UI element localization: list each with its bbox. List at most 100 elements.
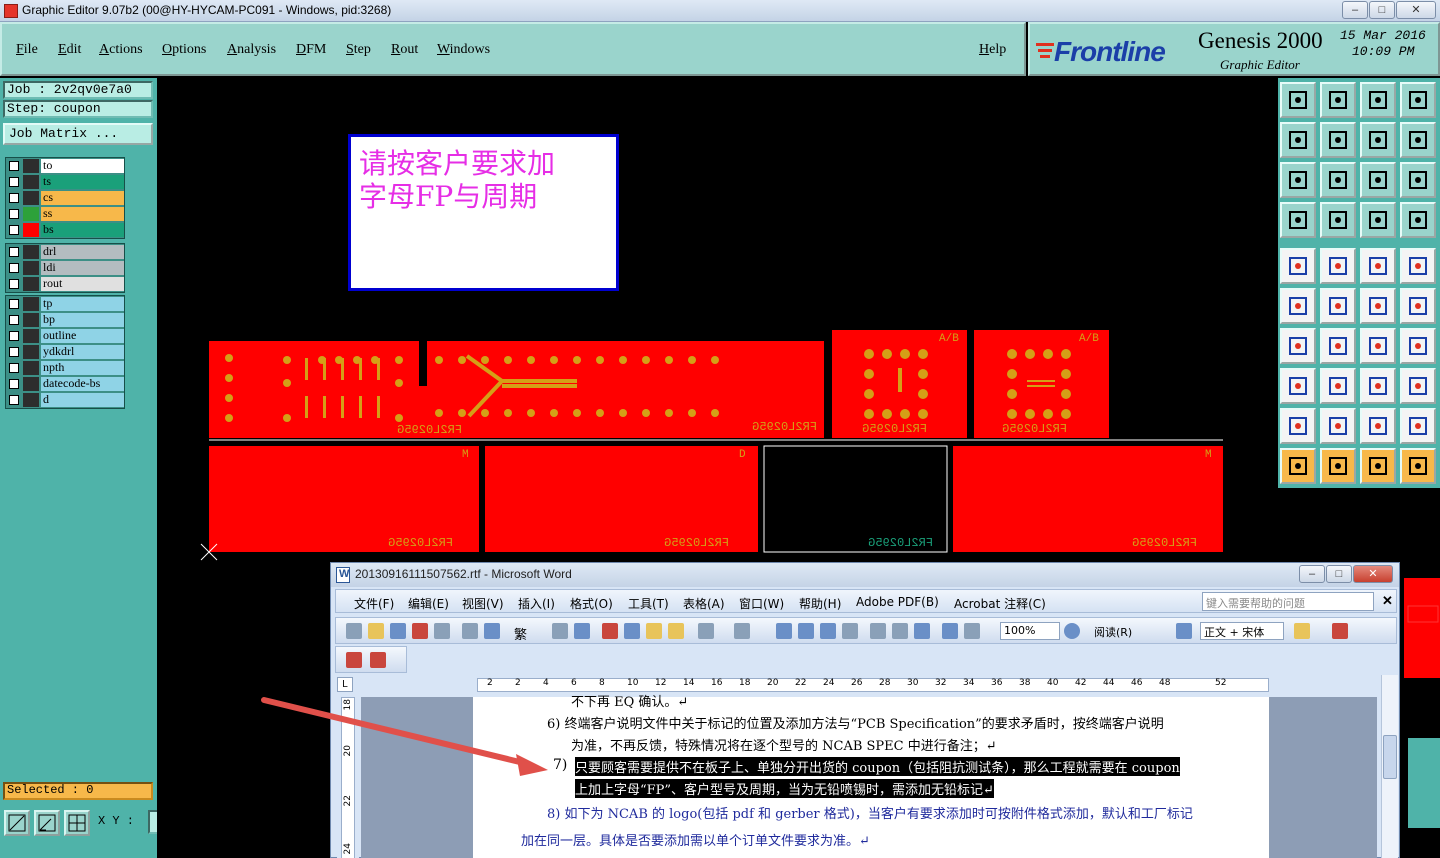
read-mode-button[interactable]: 阅读(R) bbox=[1094, 624, 1132, 640]
select-circle-icon[interactable] bbox=[1360, 448, 1396, 484]
pad-select-icon[interactable] bbox=[1400, 248, 1436, 284]
word-menu-acrobat[interactable]: Acrobat 注释(C) bbox=[954, 595, 1046, 612]
layer-checkbox[interactable] bbox=[9, 299, 19, 309]
paragraph-7-line-2-selected[interactable]: 上加上字母“FP”、客户型号及周期，当为无铅喷锡时，需添加无铅标记↵ bbox=[575, 779, 994, 798]
save-icon[interactable] bbox=[390, 623, 406, 639]
insert-excel-icon[interactable] bbox=[842, 623, 858, 639]
edit-shape-icon[interactable] bbox=[1320, 248, 1356, 284]
layer-color-swatch[interactable] bbox=[23, 159, 39, 173]
move-point-icon[interactable] bbox=[1360, 288, 1396, 324]
layer-row-bp[interactable]: bp bbox=[6, 312, 124, 328]
layer-row-bs[interactable]: bs bbox=[6, 222, 124, 238]
word-menu-adobe-pdf[interactable]: Adobe PDF(B) bbox=[856, 595, 939, 609]
word-menu-edit[interactable]: 编辑(E) bbox=[408, 595, 449, 612]
grid-snap-icon[interactable] bbox=[64, 810, 90, 836]
layer-name[interactable]: drl bbox=[41, 245, 124, 259]
layer-checkbox[interactable] bbox=[9, 247, 19, 257]
layer-row-ts[interactable]: ts bbox=[6, 174, 124, 190]
layer-color-swatch[interactable] bbox=[23, 361, 39, 375]
close-button[interactable]: ✕ bbox=[1396, 1, 1436, 19]
undo-icon[interactable] bbox=[698, 623, 714, 639]
menu-dfm[interactable]: DFM bbox=[296, 42, 326, 58]
doc-close-icon[interactable]: ✕ bbox=[1382, 593, 1393, 609]
feature-info-icon[interactable] bbox=[1280, 248, 1316, 284]
triangle-c-icon[interactable] bbox=[1360, 408, 1396, 444]
layer-color-swatch[interactable] bbox=[23, 329, 39, 343]
drawing-icon[interactable] bbox=[892, 623, 908, 639]
layer-color-swatch[interactable] bbox=[23, 393, 39, 407]
convert-pdf-icon[interactable] bbox=[346, 652, 362, 668]
email-icon[interactable] bbox=[434, 623, 450, 639]
menu-file[interactable]: File bbox=[16, 42, 38, 58]
job-matrix-button[interactable]: Job Matrix ... bbox=[3, 123, 153, 145]
layer-checkbox[interactable] bbox=[9, 263, 19, 273]
layer-row-to[interactable]: to bbox=[6, 158, 124, 174]
menu-analysis[interactable]: Analysis bbox=[227, 42, 276, 58]
paragraph-7-line-1-selected[interactable]: 只要顾客需要提供不在板子上、单独分开出货的 coupon（包括阻抗测试条），那么… bbox=[575, 757, 1180, 776]
layer-name[interactable]: ydkdrl bbox=[41, 345, 124, 359]
word-minimize-button[interactable]: – bbox=[1299, 565, 1325, 583]
menu-step[interactable]: Step bbox=[346, 42, 371, 58]
layer-color-swatch[interactable] bbox=[23, 207, 39, 221]
add-point-icon[interactable] bbox=[1400, 288, 1436, 324]
layer-name[interactable]: ss bbox=[41, 207, 124, 221]
format-painter-icon[interactable] bbox=[668, 623, 684, 639]
layer-checkbox[interactable] bbox=[9, 379, 19, 389]
layer-checkbox[interactable] bbox=[9, 315, 19, 325]
layer-name[interactable]: ts bbox=[41, 175, 124, 189]
triangle-b-icon[interactable] bbox=[1320, 408, 1356, 444]
layer-checkbox[interactable] bbox=[9, 161, 19, 171]
layer-name[interactable]: tp bbox=[41, 297, 124, 311]
print-preview-icon[interactable] bbox=[484, 623, 500, 639]
layer-row-tp[interactable]: tp bbox=[6, 296, 124, 312]
layer-name[interactable]: ldi bbox=[41, 261, 124, 275]
ruler-measure-icon[interactable] bbox=[1360, 248, 1396, 284]
show-hide-icon[interactable] bbox=[942, 623, 958, 639]
layer-checkbox[interactable] bbox=[9, 279, 19, 289]
snap-settings-icon[interactable] bbox=[1280, 202, 1316, 238]
document-page[interactable]: 不下再 EQ 确认。↵ 6) 终端客户说明文件中关于标记的位置及添加方法与“PC… bbox=[473, 695, 1269, 858]
highlight-icon[interactable] bbox=[1294, 623, 1310, 639]
traditional-chinese-button[interactable]: 繁 bbox=[514, 624, 527, 643]
help-icon[interactable] bbox=[1064, 623, 1080, 639]
open-icon[interactable] bbox=[368, 623, 384, 639]
layer-color-swatch[interactable] bbox=[23, 261, 39, 275]
zoom-home-icon[interactable] bbox=[1280, 82, 1316, 118]
layer-checkbox[interactable] bbox=[9, 331, 19, 341]
word-menu-help[interactable]: 帮助(H) bbox=[799, 595, 841, 612]
select-arrow-icon[interactable] bbox=[1280, 448, 1316, 484]
layer-checkbox[interactable] bbox=[9, 209, 19, 219]
layer-name[interactable]: cs bbox=[41, 191, 124, 205]
zoom-out-icon[interactable] bbox=[1360, 122, 1396, 158]
layer-checkbox[interactable] bbox=[9, 193, 19, 203]
triangle-d-icon[interactable] bbox=[1400, 408, 1436, 444]
layer-compare-icon[interactable] bbox=[1400, 202, 1436, 238]
layer-row-cs[interactable]: cs bbox=[6, 190, 124, 206]
styles-icon[interactable] bbox=[1176, 623, 1192, 639]
insert-table-icon[interactable] bbox=[820, 623, 836, 639]
zoom-fit-icon[interactable] bbox=[4, 810, 30, 836]
pan-left-icon[interactable] bbox=[1280, 122, 1316, 158]
copy-icon[interactable] bbox=[624, 623, 640, 639]
layer-row-d[interactable]: d bbox=[6, 392, 124, 408]
group-icon[interactable] bbox=[1400, 368, 1436, 404]
hyperlink-icon[interactable] bbox=[776, 623, 792, 639]
line-slope-icon[interactable] bbox=[1320, 328, 1356, 364]
measure-icon[interactable] bbox=[34, 810, 60, 836]
word-menu-file[interactable]: 文件(F) bbox=[354, 595, 394, 612]
word-menu-insert[interactable]: 插入(I) bbox=[518, 595, 555, 612]
research-icon[interactable] bbox=[574, 623, 590, 639]
layer-name[interactable]: d bbox=[41, 393, 124, 407]
layer-checkbox[interactable] bbox=[9, 347, 19, 357]
arc-draw-icon[interactable] bbox=[1360, 328, 1396, 364]
vertical-scrollbar[interactable] bbox=[1381, 675, 1398, 858]
convert-pdf-email-icon[interactable] bbox=[370, 652, 386, 668]
word-maximize-button[interactable]: □ bbox=[1326, 565, 1352, 583]
tab-stop-selector[interactable]: L bbox=[337, 677, 353, 692]
menu-windows[interactable]: Windows bbox=[437, 42, 490, 58]
layer-row-ydkdrl[interactable]: ydkdrl bbox=[6, 344, 124, 360]
columns-icon[interactable] bbox=[870, 623, 886, 639]
layer-row-rout[interactable]: rout bbox=[6, 276, 124, 292]
layer-name[interactable]: to bbox=[41, 159, 124, 173]
scale-1-2-icon[interactable] bbox=[1360, 162, 1396, 198]
